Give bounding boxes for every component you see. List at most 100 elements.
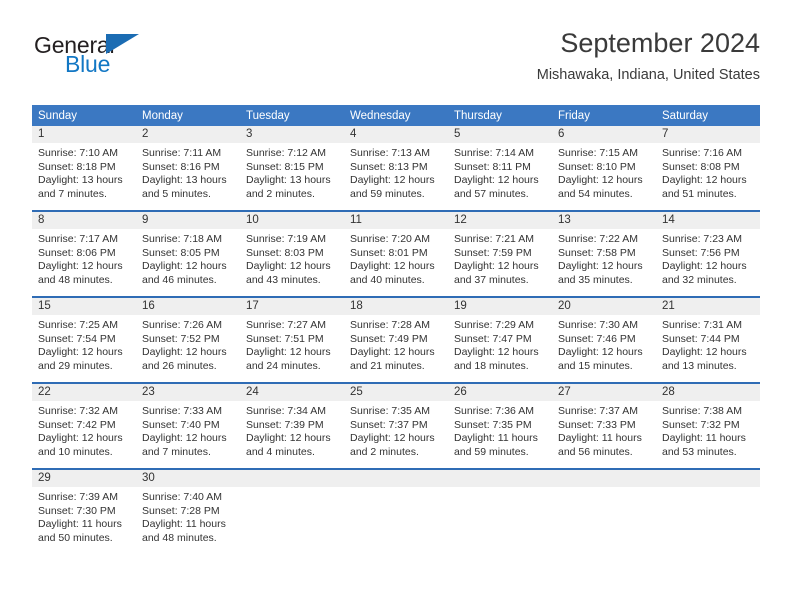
day-cell: 2 Sunrise: 7:11 AM Sunset: 8:16 PM Daylight…: [136, 126, 240, 211]
daylight-text-line2: and 18 minutes.: [454, 359, 529, 372]
sunset-text: Sunset: 7:49 PM: [350, 332, 428, 345]
day-cell: 7 Sunrise: 7:16 AM Sunset: 8:08 PM Daylight…: [656, 126, 760, 211]
sunrise-text: Sunrise: 7:30 AM: [558, 319, 638, 331]
daylight-text-line1: Daylight: 12 hours: [38, 346, 123, 359]
day-number: 1: [32, 126, 136, 143]
sunrise-text: Sunrise: 7:12 AM: [246, 147, 326, 159]
general-blue-logo[interactable]: General Blue: [32, 32, 232, 88]
location-subtitle: Mishawaka, Indiana, United States: [536, 67, 760, 83]
daylight-text-line1: Daylight: 12 hours: [142, 260, 227, 273]
day-cell-empty: [344, 468, 448, 554]
day-cell: 14 Sunrise: 7:23 AM Sunset: 7:56 PM Dayligh…: [656, 210, 760, 297]
day-number: 7: [656, 126, 760, 143]
day-cell: 29 Sunrise: 7:39 AM Sunset: 7:30 PM Dayligh…: [32, 468, 136, 554]
day-cell: 5 Sunrise: 7:14 AM Sunset: 8:11 PM Daylight…: [448, 126, 552, 211]
daylight-text-line2: and 5 minutes.: [142, 187, 211, 200]
day-number: 30: [136, 470, 240, 487]
sunset-text: Sunset: 8:08 PM: [662, 160, 740, 173]
day-cell: 1 Sunrise: 7:10 AM Sunset: 8:18 PM Daylight…: [32, 126, 136, 211]
daylight-text-line1: Daylight: 12 hours: [350, 432, 435, 445]
sunrise-text: Sunrise: 7:32 AM: [38, 405, 118, 417]
daylight-text-line1: Daylight: 12 hours: [558, 260, 643, 273]
daylight-text-line1: Daylight: 12 hours: [558, 174, 643, 187]
page-title: September 2024: [560, 28, 760, 58]
day-cell: 8 Sunrise: 7:17 AM Sunset: 8:06 PM Daylight…: [32, 210, 136, 297]
sunrise-text: Sunrise: 7:14 AM: [454, 147, 534, 159]
sunrise-text: Sunrise: 7:29 AM: [454, 319, 534, 331]
daylight-text-line2: and 48 minutes.: [142, 531, 217, 544]
sunrise-text: Sunrise: 7:15 AM: [558, 147, 638, 159]
sunset-text: Sunset: 8:03 PM: [246, 246, 324, 259]
daylight-text-line1: Daylight: 11 hours: [142, 518, 226, 531]
sunset-text: Sunset: 8:10 PM: [558, 160, 636, 173]
sunset-text: Sunset: 7:59 PM: [454, 246, 532, 259]
weekday-header-sunday: Sunday: [32, 105, 136, 126]
day-cell: 13 Sunrise: 7:22 AM Sunset: 7:58 PM Dayligh…: [552, 210, 656, 297]
daylight-text-line1: Daylight: 13 hours: [142, 174, 227, 187]
daylight-text-line1: Daylight: 11 hours: [662, 432, 746, 445]
daylight-text-line2: and 2 minutes.: [350, 445, 419, 458]
daylight-text-line1: Daylight: 12 hours: [38, 432, 123, 445]
sunrise-text: Sunrise: 7:31 AM: [662, 319, 742, 331]
sunrise-text: Sunrise: 7:22 AM: [558, 233, 638, 245]
weekday-header-saturday: Saturday: [656, 105, 760, 126]
sunset-text: Sunset: 7:37 PM: [350, 418, 428, 431]
sunrise-text: Sunrise: 7:10 AM: [38, 147, 118, 159]
day-cell: 24 Sunrise: 7:34 AM Sunset: 7:39 PM Dayligh…: [240, 382, 344, 469]
day-number: [344, 470, 448, 487]
daylight-text-line1: Daylight: 12 hours: [454, 260, 539, 273]
daylight-text-line2: and 50 minutes.: [38, 531, 113, 544]
day-number: [552, 470, 656, 487]
day-number: 18: [344, 298, 448, 315]
sunrise-text: Sunrise: 7:37 AM: [558, 405, 638, 417]
daylight-text-line1: Daylight: 12 hours: [558, 346, 643, 359]
daylight-text-line1: Daylight: 11 hours: [38, 518, 122, 531]
daylight-text-line1: Daylight: 13 hours: [38, 174, 123, 187]
sunset-text: Sunset: 8:05 PM: [142, 246, 220, 259]
calendar-body: 1 Sunrise: 7:10 AM Sunset: 8:18 PM Daylight…: [32, 126, 760, 554]
day-number: 13: [552, 212, 656, 229]
sunset-text: Sunset: 7:52 PM: [142, 332, 220, 345]
day-cell: 25 Sunrise: 7:35 AM Sunset: 7:37 PM Dayligh…: [344, 382, 448, 469]
calendar-week-row: 15 Sunrise: 7:25 AM Sunset: 7:54 PM Dayligh…: [32, 296, 760, 383]
daylight-text-line2: and 4 minutes.: [246, 445, 315, 458]
calendar-week-row: 22 Sunrise: 7:32 AM Sunset: 7:42 PM Dayligh…: [32, 382, 760, 469]
day-cell: 17 Sunrise: 7:27 AM Sunset: 7:51 PM Dayligh…: [240, 296, 344, 383]
weekday-header-thursday: Thursday: [448, 105, 552, 126]
sunrise-text: Sunrise: 7:26 AM: [142, 319, 222, 331]
title-block: September 2024 Mishawaka, Indiana, Unite…: [537, 26, 760, 86]
sunrise-text: Sunrise: 7:23 AM: [662, 233, 742, 245]
daylight-text-line2: and 21 minutes.: [350, 359, 425, 372]
weekday-header-friday: Friday: [552, 105, 656, 126]
day-cell: 23 Sunrise: 7:33 AM Sunset: 7:40 PM Dayligh…: [136, 382, 240, 469]
day-cell-empty: [656, 468, 760, 554]
daylight-text-line1: Daylight: 12 hours: [662, 346, 747, 359]
sunrise-text: Sunrise: 7:40 AM: [142, 491, 222, 503]
day-number: 26: [448, 384, 552, 401]
day-cell-empty: [240, 468, 344, 554]
day-number: 17: [240, 298, 344, 315]
calendar-week-row: 1 Sunrise: 7:10 AM Sunset: 8:18 PM Daylight…: [32, 126, 760, 211]
logo-text-blue: Blue: [65, 51, 111, 77]
day-cell: 10 Sunrise: 7:19 AM Sunset: 8:03 PM Dayligh…: [240, 210, 344, 297]
day-number: 6: [552, 126, 656, 143]
sunrise-text: Sunrise: 7:18 AM: [142, 233, 222, 245]
daylight-text-line2: and 59 minutes.: [350, 187, 425, 200]
daylight-text-line2: and 54 minutes.: [558, 187, 633, 200]
sunrise-sunset-calendar: Sunday Monday Tuesday Wednesday Thursday…: [32, 105, 760, 554]
sunrise-text: Sunrise: 7:35 AM: [350, 405, 430, 417]
day-number: [240, 470, 344, 487]
sunset-text: Sunset: 8:16 PM: [142, 160, 220, 173]
sunrise-text: Sunrise: 7:38 AM: [662, 405, 742, 417]
daylight-text-line1: Daylight: 12 hours: [246, 260, 331, 273]
day-number: 9: [136, 212, 240, 229]
day-number: 14: [656, 212, 760, 229]
day-cell: 21 Sunrise: 7:31 AM Sunset: 7:44 PM Dayligh…: [656, 296, 760, 383]
sunset-text: Sunset: 7:30 PM: [38, 504, 116, 517]
daylight-text-line2: and 48 minutes.: [38, 273, 113, 286]
sunset-text: Sunset: 8:01 PM: [350, 246, 428, 259]
day-number: 22: [32, 384, 136, 401]
sunset-text: Sunset: 7:51 PM: [246, 332, 324, 345]
sunset-text: Sunset: 7:58 PM: [558, 246, 636, 259]
day-cell: 4 Sunrise: 7:13 AM Sunset: 8:13 PM Daylight…: [344, 126, 448, 211]
